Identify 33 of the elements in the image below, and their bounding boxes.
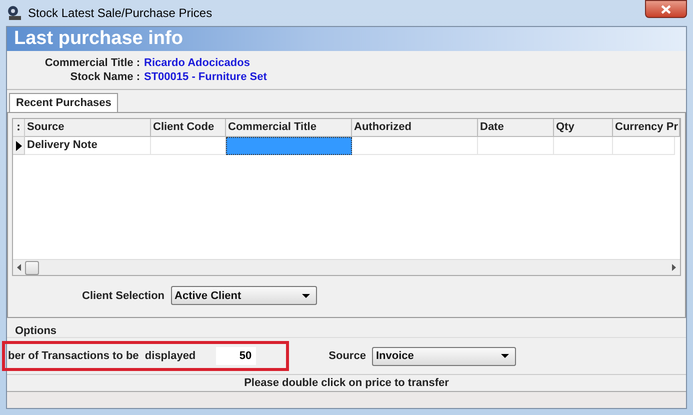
scroll-thumb[interactable] — [25, 260, 39, 274]
client-selection-label: Client Selection — [82, 290, 165, 302]
column-header[interactable]: Source — [25, 119, 151, 137]
close-icon — [661, 4, 671, 14]
info-label: Commercial Title : — [44, 57, 140, 69]
info-value: ST00015 - Furniture Set — [144, 71, 268, 83]
source-label: Source — [328, 350, 366, 362]
transactions-field[interactable]: 50 — [216, 347, 256, 365]
column-header[interactable]: Commercial Title — [226, 119, 352, 137]
app-icon — [6, 5, 22, 21]
info-value: Ricardo Adocicados — [144, 57, 251, 69]
scroll-left-icon[interactable] — [17, 264, 21, 271]
info-label: Stock Name : — [69, 71, 140, 83]
table-cell: Delivery Note — [25, 137, 151, 155]
column-header[interactable]: Authorized — [352, 119, 478, 137]
tab[interactable]: Recent Purchases — [9, 93, 118, 112]
scroll-right-icon[interactable] — [672, 264, 676, 271]
transactions-label: ber of Transactions to be displayed — [8, 350, 196, 362]
status-message: Please double click on price to transfer — [7, 374, 686, 392]
close-button[interactable] — [645, 0, 687, 18]
client-selection-dropdown[interactable]: Active Client — [170, 286, 317, 305]
options-title: Options — [15, 325, 57, 337]
window-title: Stock Latest Sale/Purchase Prices — [28, 6, 214, 20]
horizontal-scrollbar[interactable] — [13, 259, 680, 275]
column-header[interactable]: Currency Pr — [613, 119, 680, 137]
column-header[interactable]: Client Code — [151, 119, 226, 137]
column-header[interactable]: Date — [478, 119, 554, 137]
caret-icon — [500, 354, 509, 358]
column-header[interactable]: Qty — [554, 119, 613, 137]
source-dropdown[interactable]: Invoice — [372, 346, 516, 366]
section-header: Last purchase info — [7, 27, 686, 51]
caret-icon — [302, 294, 310, 298]
grip-icon — [17, 124, 20, 131]
